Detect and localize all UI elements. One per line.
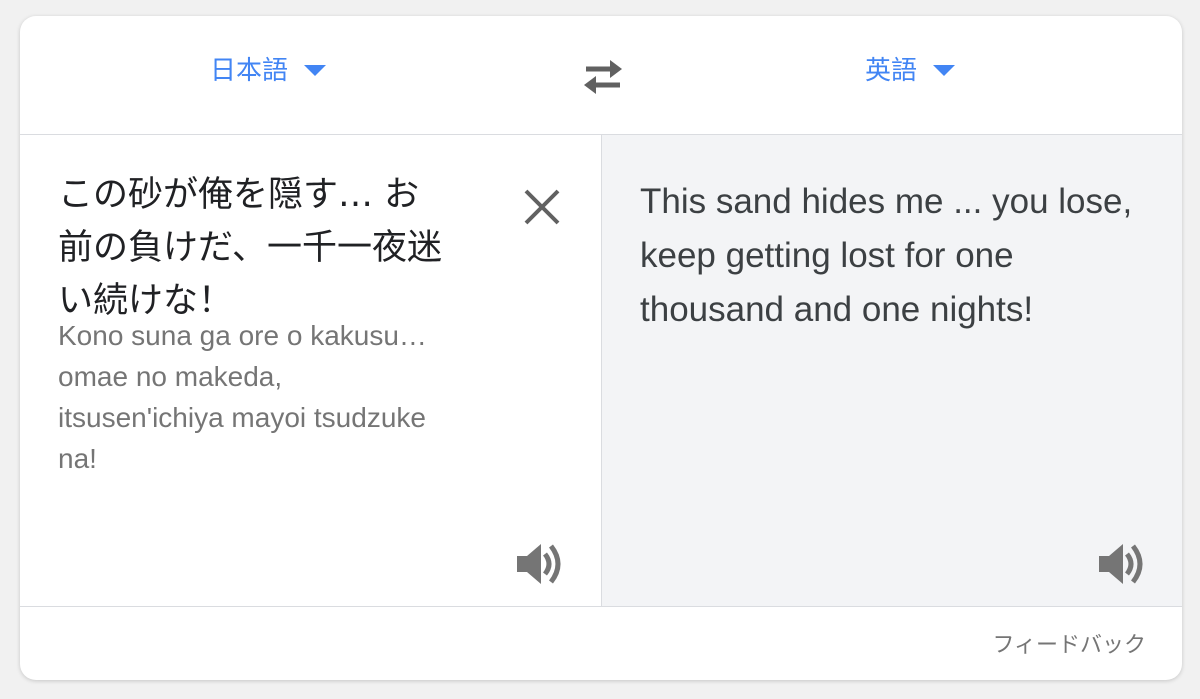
target-panel: This sand hides me ... you lose, keep ge…: [601, 135, 1182, 606]
listen-source-button[interactable]: [515, 540, 569, 588]
speaker-icon: [1099, 544, 1143, 584]
source-language-label: 日本語: [210, 55, 289, 86]
source-language-selector[interactable]: 日本語: [210, 48, 327, 88]
target-language-selector[interactable]: 英語: [865, 48, 956, 88]
source-panel: この砂が俺を隠す… お前の負けだ、一千一夜迷い続けな！ Kono suna ga…: [20, 135, 600, 606]
target-language-label: 英語: [865, 55, 918, 86]
caret-down-icon: [933, 64, 956, 76]
swap-languages-button[interactable]: [578, 56, 628, 98]
card-footer: フィードバック: [20, 606, 1182, 680]
listen-translation-button[interactable]: [1097, 540, 1151, 588]
source-text[interactable]: この砂が俺を隠す… お前の負けだ、一千一夜迷い続けな！: [58, 169, 448, 328]
feedback-link[interactable]: フィードバック: [992, 627, 1146, 659]
language-bar: 日本語 英語: [20, 16, 1182, 135]
caret-down-icon: [304, 64, 327, 76]
clear-text-button[interactable]: [520, 185, 564, 229]
source-transliteration: Kono suna ga ore o kakusu… omae no maked…: [58, 320, 427, 474]
swap-arrows-icon: [584, 60, 622, 94]
translate-card: 日本語 英語 この砂が俺を隠す… お前の負けだ、一千一夜迷い続けな！ Kono …: [20, 16, 1182, 680]
speaker-icon: [517, 544, 561, 584]
close-icon: [524, 189, 560, 225]
translated-text: This sand hides me ... you lose, keep ge…: [640, 182, 1133, 329]
